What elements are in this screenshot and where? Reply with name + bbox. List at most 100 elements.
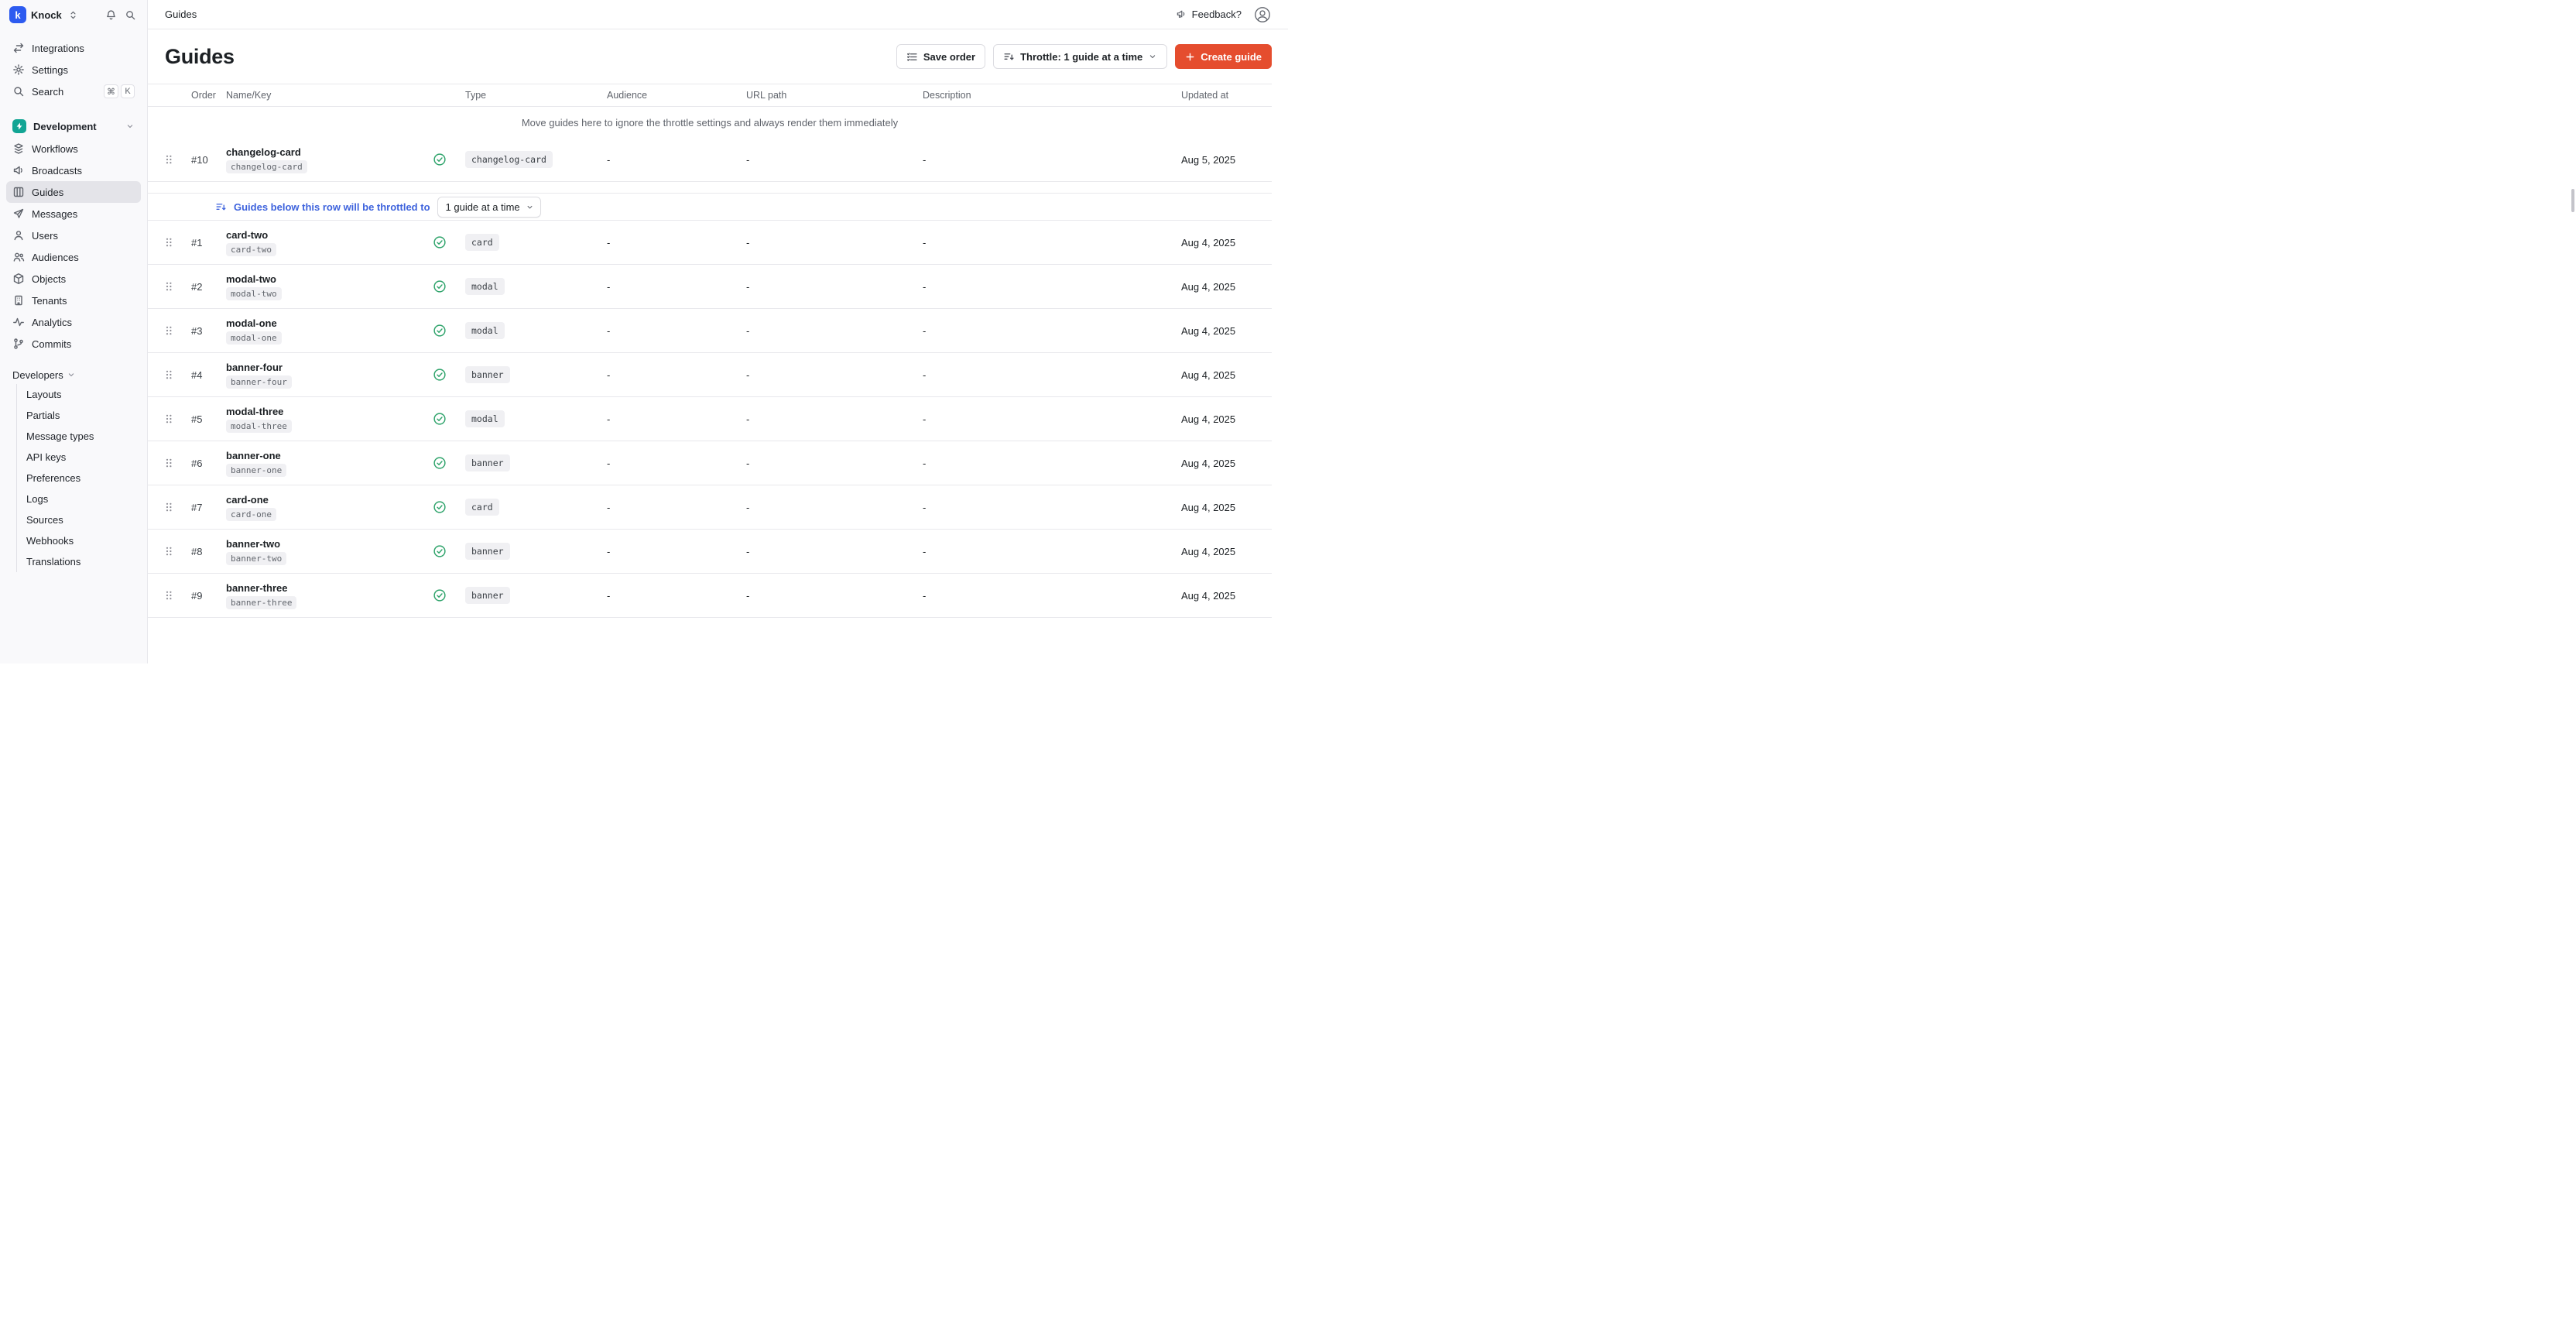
search-icon[interactable] <box>123 8 138 22</box>
topbar: Guides Feedback? <box>148 0 1288 29</box>
guide-type: banner <box>465 366 602 383</box>
guide-name-key: modal-three modal-three <box>222 406 433 433</box>
drag-handle-icon[interactable] <box>163 369 183 381</box>
table-row[interactable]: #4 banner-four banner-four banner - - - … <box>148 353 1272 397</box>
bell-icon[interactable] <box>104 8 118 22</box>
save-order-button[interactable]: Save order <box>896 44 985 69</box>
workspace-switcher[interactable]: k Knock <box>0 0 147 29</box>
sidebar-item-label: Audiences <box>32 252 79 263</box>
sidebar-item-message-types[interactable]: Message types <box>17 426 141 447</box>
guide-name: modal-three <box>226 406 283 417</box>
sidebar-item-tenants[interactable]: Tenants <box>6 290 141 311</box>
sidebar-item-label: Objects <box>32 273 66 285</box>
section-gap <box>148 182 1272 193</box>
guide-updated-at: Aug 4, 2025 <box>1181 237 1272 249</box>
guide-name: banner-one <box>226 450 281 461</box>
drag-handle-icon[interactable] <box>163 413 183 425</box>
sidebar-item-search[interactable]: Search ⌘ K <box>6 81 141 102</box>
throttle-dropdown[interactable]: Throttle: 1 guide at a time <box>993 44 1167 69</box>
people-icon <box>12 251 25 263</box>
guide-name-key: banner-four banner-four <box>222 362 433 389</box>
table-row[interactable]: #9 banner-three banner-three banner - - … <box>148 574 1272 618</box>
create-guide-button[interactable]: Create guide <box>1175 44 1272 69</box>
drag-handle-icon[interactable] <box>163 153 183 166</box>
sidebar-item-guides[interactable]: Guides <box>6 181 141 203</box>
guide-url-path: - <box>742 281 918 293</box>
sidebar-item-objects[interactable]: Objects <box>6 268 141 290</box>
guide-key: banner-four <box>226 375 292 389</box>
table-row[interactable]: #7 card-one card-one card - - - Aug 4, 2… <box>148 485 1272 530</box>
sidebar-nav: Integrations Settings Search ⌘ K <box>0 29 147 572</box>
table-row[interactable]: #3 modal-one modal-one modal - - - Aug 4… <box>148 309 1272 353</box>
guide-type: banner <box>465 587 602 604</box>
sidebar-item-label: Guides <box>32 187 63 198</box>
guide-name-key: banner-two banner-two <box>222 538 433 565</box>
guide-type: card <box>465 499 602 516</box>
sidebar-item-preferences[interactable]: Preferences <box>17 468 141 489</box>
sidebar-item-translations[interactable]: Translations <box>17 551 141 572</box>
sidebar-item-logs[interactable]: Logs <box>17 489 141 509</box>
feedback-button[interactable]: Feedback? <box>1176 9 1242 20</box>
sidebar-item-audiences[interactable]: Audiences <box>6 246 141 268</box>
table-row[interactable]: #5 modal-three modal-three modal - - - A… <box>148 397 1272 441</box>
table-row[interactable]: #6 banner-one banner-one banner - - - Au… <box>148 441 1272 485</box>
developers-label: Developers <box>12 369 63 381</box>
sidebar-item-messages[interactable]: Messages <box>6 203 141 225</box>
column-url-path: URL path <box>742 90 918 101</box>
sidebar-item-webhooks[interactable]: Webhooks <box>17 530 141 551</box>
guide-audience: - <box>602 237 742 249</box>
status-check-icon <box>433 235 465 249</box>
sidebar-item-commits[interactable]: Commits <box>6 333 141 355</box>
environment-label: Development <box>33 121 97 132</box>
sidebar-item-analytics[interactable]: Analytics <box>6 311 141 333</box>
sidebar-item-broadcasts[interactable]: Broadcasts <box>6 159 141 181</box>
unthrottled-drop-zone[interactable]: Move guides here to ignore the throttle … <box>148 107 1272 138</box>
main-area: Guides Feedback? Guides <box>148 0 1288 664</box>
drag-handle-icon[interactable] <box>163 236 183 249</box>
environment-switcher[interactable]: Development <box>6 115 141 138</box>
chevron-up-down-icon[interactable] <box>67 9 80 22</box>
throttle-sort-icon <box>215 201 227 213</box>
guide-audience: - <box>602 502 742 513</box>
sidebar-item-label: Layouts <box>26 389 62 400</box>
sidebar-item-users[interactable]: Users <box>6 225 141 246</box>
table-row[interactable]: #8 banner-two banner-two banner - - - Au… <box>148 530 1272 574</box>
drag-handle-icon[interactable] <box>163 280 183 293</box>
table-row[interactable]: #1 card-two card-two card - - - Aug 4, 2… <box>148 221 1272 265</box>
drag-handle-icon[interactable] <box>163 545 183 557</box>
drag-handle-icon[interactable] <box>163 501 183 513</box>
sidebar-item-sources[interactable]: Sources <box>17 509 141 530</box>
guide-url-path: - <box>742 237 918 249</box>
drag-handle-icon[interactable] <box>163 457 183 469</box>
column-order: Order <box>183 90 222 101</box>
sidebar-item-integrations[interactable]: Integrations <box>6 37 141 59</box>
status-check-icon <box>433 412 465 426</box>
developers-section-toggle[interactable]: Developers <box>6 365 141 384</box>
status-check-icon <box>433 588 465 602</box>
status-check-icon <box>433 500 465 514</box>
user-avatar[interactable] <box>1254 6 1271 23</box>
table-row[interactable]: #2 modal-two modal-two modal - - - Aug 4… <box>148 265 1272 309</box>
sidebar-item-workflows[interactable]: Workflows <box>6 138 141 159</box>
status-check-icon <box>433 153 465 166</box>
sidebar-item-label: Messages <box>32 208 77 220</box>
row-order: #3 <box>183 325 222 337</box>
sidebar-item-layouts[interactable]: Layouts <box>17 384 141 405</box>
throttle-value-dropdown[interactable]: 1 guide at a time <box>437 197 541 218</box>
row-order: #8 <box>183 546 222 557</box>
drag-handle-icon[interactable] <box>163 589 183 602</box>
guide-key: banner-three <box>226 596 296 609</box>
git-branch-icon <box>12 338 25 350</box>
sidebar-item-api-keys[interactable]: API keys <box>17 447 141 468</box>
search-shortcut: ⌘ K <box>104 84 135 98</box>
table-row[interactable]: #10 changelog-card changelog-card change… <box>148 138 1272 182</box>
chevron-down-icon <box>125 122 135 131</box>
status-check-icon <box>433 456 465 470</box>
scrollbar-thumb[interactable] <box>2571 189 2574 212</box>
guide-description: - <box>918 590 1181 602</box>
drag-handle-icon[interactable] <box>163 324 183 337</box>
sidebar-item-partials[interactable]: Partials <box>17 405 141 426</box>
sidebar-item-settings[interactable]: Settings <box>6 59 141 81</box>
guide-key: changelog-card <box>226 160 307 173</box>
plus-icon <box>1185 52 1195 62</box>
